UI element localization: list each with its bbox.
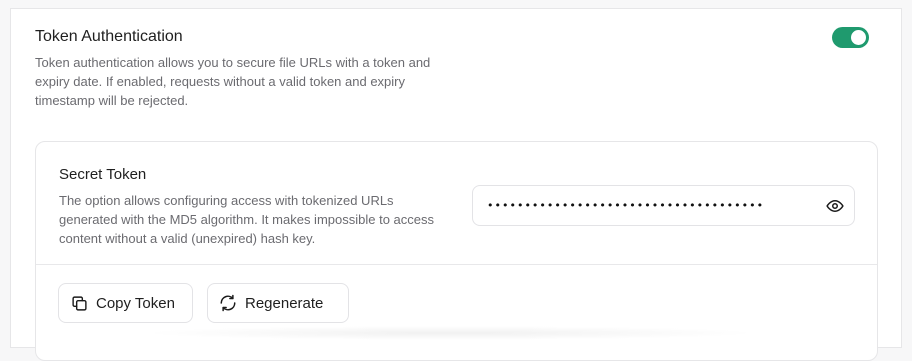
copy-icon bbox=[70, 294, 88, 312]
secret-token-field: ••••••••••••••••••••••••••••••••••••• bbox=[472, 185, 855, 226]
secret-token-description: The option allows configuring access wit… bbox=[59, 193, 435, 246]
regenerate-label: Regenerate bbox=[245, 294, 324, 312]
divider bbox=[36, 264, 877, 265]
section-description: Token authentication allows you to secur… bbox=[35, 55, 431, 108]
secret-token-panel: Secret Token The option allows configuri… bbox=[35, 141, 878, 361]
token-auth-toggle[interactable] bbox=[832, 27, 869, 48]
copy-token-label: Copy Token bbox=[96, 294, 175, 312]
regenerate-button[interactable]: Regenerate bbox=[207, 283, 349, 323]
copy-token-button[interactable]: Copy Token bbox=[58, 283, 193, 323]
eye-icon[interactable] bbox=[816, 186, 854, 225]
secret-token-title: Secret Token bbox=[59, 166, 147, 183]
refresh-icon bbox=[219, 294, 237, 312]
secret-token-input[interactable]: ••••••••••••••••••••••••••••••••••••• bbox=[473, 185, 816, 226]
toggle-knob bbox=[851, 30, 866, 45]
token-authentication-card: Token Authentication Token authenticatio… bbox=[10, 8, 902, 361]
section-title: Token Authentication bbox=[35, 28, 183, 45]
